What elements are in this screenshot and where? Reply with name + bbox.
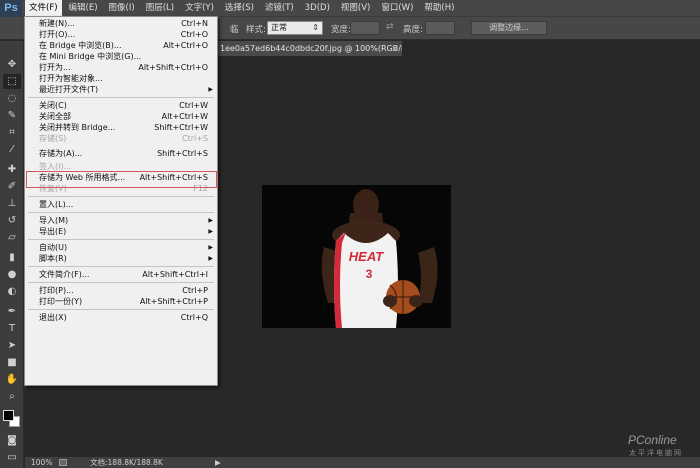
status-menu-arrow-icon[interactable]: ▶ — [215, 457, 221, 468]
tools-panel: ✥ ⬚ ◌ ✎ ⌗ ⁄ ✚ ✐ ⊥ ↺ ▱ ▮ ● ◐ ✒ T ➤ ■ ✋ ⌕ … — [0, 41, 24, 468]
submenu-arrow-icon: ▶ — [208, 217, 213, 224]
submenu-arrow-icon: ▶ — [208, 86, 213, 93]
style-label: 样式: — [246, 25, 266, 35]
menu-item-save-for-web[interactable]: 存储为 Web 所用格式... Alt+Shift+Ctrl+S — [25, 172, 217, 183]
shape-icon[interactable]: ■ — [3, 355, 21, 370]
menu-edit[interactable]: 编辑(E) — [65, 0, 102, 17]
menu-item-automate[interactable]: 自动(U) ▶ — [25, 242, 217, 253]
width-field[interactable] — [350, 21, 380, 35]
menu-item-scripts[interactable]: 脚本(R) ▶ — [25, 253, 217, 264]
menu-window[interactable]: 窗口(W) — [377, 0, 417, 17]
hand-icon[interactable]: ✋ — [3, 372, 21, 387]
menu-item-revert: 恢复(V) F12 — [39, 184, 208, 193]
menu-item-browse-bridge[interactable]: 在 Bridge 中浏览(B)... Alt+Ctrl+O — [25, 40, 217, 51]
menu-item-export[interactable]: 导出(E) ▶ — [25, 226, 217, 237]
history-brush-icon[interactable]: ↺ — [3, 213, 21, 228]
menu-item-open-as[interactable]: 打开为... Alt+Shift+Ctrl+O — [25, 62, 217, 73]
eyedropper-icon[interactable]: ⁄ — [3, 142, 21, 157]
menu-filter[interactable]: 滤镜(T) — [261, 0, 298, 17]
file-menu-dropdown: 新建(N)... Ctrl+N 打开(O)... Ctrl+O 在 Bridge 中… — [24, 16, 218, 386]
menu-type[interactable]: 文字(Y) — [181, 0, 218, 17]
crop-icon[interactable]: ⌗ — [3, 125, 21, 140]
foreground-color-swatch[interactable] — [3, 410, 14, 421]
menu-item-recent-files[interactable]: 最近打开文件(T) ▶ — [25, 84, 217, 95]
rect-marquee-icon[interactable]: ⬚ — [3, 74, 21, 89]
menu-item-close-go-bridge[interactable]: 关闭并转到 Bridge... Shift+Ctrl+W — [25, 122, 217, 133]
menu-item-open-smart-object[interactable]: 打开为智能对象... — [25, 73, 217, 84]
menu-item-close-all[interactable]: 关闭全部 Alt+Ctrl+W — [25, 111, 217, 122]
quick-select-icon[interactable]: ✎ — [3, 108, 21, 123]
blur-icon[interactable]: ● — [3, 267, 21, 282]
menu-bar: Ps 文件(F) 编辑(E) 图像(I) 图层(L) 文字(Y) 选择(S) 滤… — [0, 0, 700, 17]
options-partial-label: 临 — [230, 25, 239, 35]
menu-item-file-info[interactable]: 文件简介(F)... Alt+Shift+Ctrl+I — [25, 269, 217, 280]
close-icon[interactable]: × — [391, 41, 398, 56]
document-tab[interactable]: 1ee0a57ed6b44c0dbdc20f.jpg @ 100%(RGB/8#… — [218, 41, 402, 56]
submenu-arrow-icon: ▶ — [208, 255, 213, 262]
menu-help[interactable]: 帮助(H) — [420, 0, 458, 17]
menu-view[interactable]: 视图(V) — [337, 0, 374, 17]
watermark-subtitle: 太平洋电脑网 — [629, 449, 683, 457]
type-icon[interactable]: T — [3, 321, 21, 336]
clone-stamp-icon[interactable]: ⊥ — [3, 196, 21, 211]
menu-item-close[interactable]: 关闭(C) Ctrl+W — [25, 100, 217, 111]
gradient-icon[interactable]: ▮ — [3, 250, 21, 265]
move-tool-icon[interactable]: ✥ — [3, 57, 21, 72]
menu-item-new[interactable]: 新建(N)... Ctrl+N — [25, 18, 217, 29]
menu-item-save-as[interactable]: 存储为(A)... Shift+Ctrl+S — [25, 148, 217, 159]
menu-item-import[interactable]: 导入(M) ▶ — [25, 215, 217, 226]
document-info: 文档:188.8K/188.8K — [90, 458, 163, 467]
watermark-brand: PConline — [628, 433, 677, 447]
menu-item-check-in: 签入(I)... — [39, 162, 72, 171]
menu-item-print-one-copy[interactable]: 打印一份(Y) Alt+Shift+Ctrl+P — [25, 296, 217, 307]
width-label: 宽度: — [331, 25, 351, 35]
jersey-text: HEAT — [349, 249, 384, 264]
menu-item-place[interactable]: 置入(L)... — [25, 199, 217, 210]
document-image: HEAT 3 — [262, 185, 451, 328]
path-select-icon[interactable]: ➤ — [3, 338, 21, 353]
menu-item-exit[interactable]: 退出(X) Ctrl+Q — [25, 312, 217, 323]
healing-brush-icon[interactable]: ✚ — [3, 162, 21, 177]
submenu-arrow-icon: ▶ — [208, 228, 213, 235]
zoom-icon[interactable]: ⌕ — [3, 389, 21, 404]
pen-icon[interactable]: ✒ — [3, 304, 21, 319]
jersey-number: 3 — [366, 267, 373, 281]
menu-item-print[interactable]: 打印(P)... Ctrl+P — [25, 285, 217, 296]
menu-3d[interactable]: 3D(D) — [301, 0, 334, 17]
height-label: 高度: — [403, 25, 423, 35]
submenu-arrow-icon: ▶ — [208, 244, 213, 251]
menu-item-save: 存储(S) Ctrl+S — [39, 134, 208, 143]
screen-mode-icon[interactable]: ▭ — [3, 450, 21, 465]
menu-image[interactable]: 图像(I) — [105, 0, 139, 17]
photoshop-logo: Ps — [0, 0, 22, 17]
swap-dimensions-icon[interactable]: ⇄ — [386, 22, 394, 32]
menu-select[interactable]: 选择(S) — [221, 0, 258, 17]
status-bar: 100% 文档:188.8K/188.8K ▶ — [25, 457, 700, 468]
basketball-player-image: HEAT 3 — [262, 185, 451, 328]
menu-item-open[interactable]: 打开(O)... Ctrl+O — [25, 29, 217, 40]
style-select[interactable]: 正常 — [267, 21, 323, 35]
menu-item-browse-mini-bridge[interactable]: 在 Mini Bridge 中浏览(G)... — [25, 51, 217, 62]
document-tab-title: 1ee0a57ed6b44c0dbdc20f.jpg @ 100%(RGB/8#… — [220, 44, 402, 53]
menu-layer[interactable]: 图层(L) — [142, 0, 178, 17]
menu-file[interactable]: 文件(F) — [25, 0, 62, 17]
zoom-preview-icon — [59, 459, 67, 466]
adjust-edge-button[interactable]: 调整边缘... — [471, 21, 547, 35]
lasso-icon[interactable]: ◌ — [3, 91, 21, 106]
dodge-icon[interactable]: ◐ — [3, 284, 21, 299]
zoom-level[interactable]: 100% — [31, 457, 52, 468]
eraser-icon[interactable]: ▱ — [3, 230, 21, 245]
brush-icon[interactable]: ✐ — [3, 179, 21, 194]
quick-mask-icon[interactable]: ◙ — [3, 433, 21, 448]
height-field[interactable] — [425, 21, 455, 35]
